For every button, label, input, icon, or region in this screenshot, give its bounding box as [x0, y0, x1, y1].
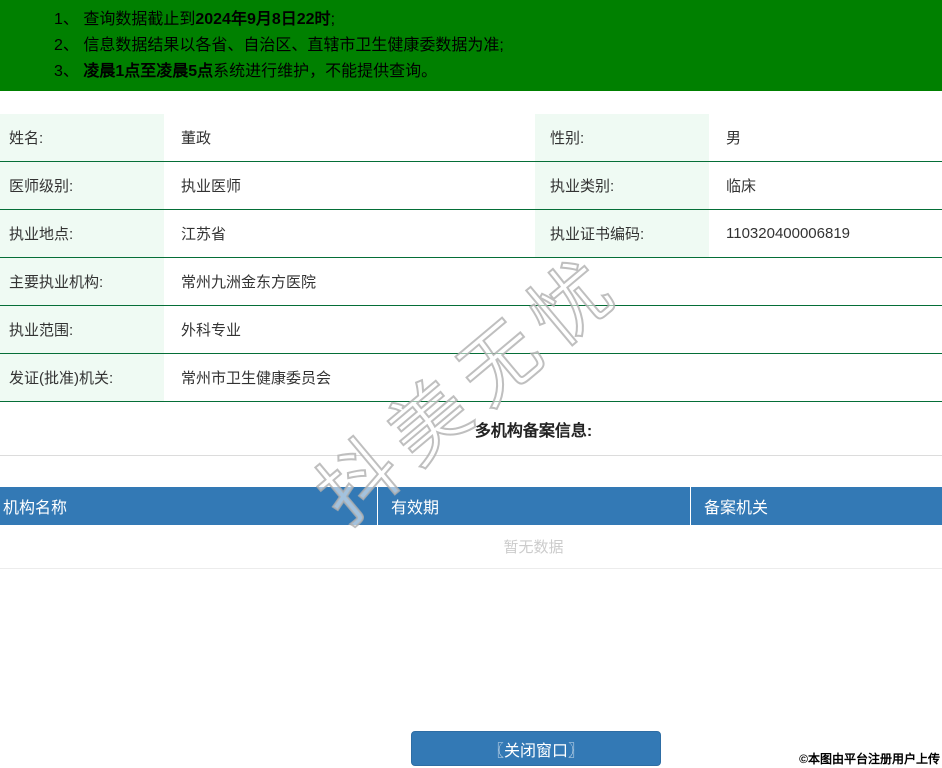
column-header-institution-name: 机构名称 — [0, 487, 378, 525]
table-row: 医师级别: 执业医师 执业类别: 临床 — [0, 162, 942, 210]
field-label-practice-category: 执业类别: — [535, 162, 709, 209]
empty-data-row: 暂无数据 — [0, 525, 942, 569]
field-value-main-institution: 常州九洲金东方医院 — [164, 258, 942, 305]
notice-text-bold: 凌晨1点至凌晨5点 — [83, 63, 214, 80]
registration-table-header: 机构名称 有效期 备案机关 — [0, 487, 942, 525]
table-row: 发证(批准)机关: 常州市卫生健康委员会 — [0, 354, 942, 402]
table-row: 姓名: 董政 性别: 男 — [0, 114, 942, 162]
notice-text: 系统进行维护，不能提供查询。 — [213, 63, 438, 80]
field-label-certificate-number: 执业证书编码: — [535, 210, 709, 257]
notice-line: 1、 查询数据截止到2024年9月8日22时; — [54, 7, 942, 33]
field-label-name: 姓名: — [0, 114, 164, 161]
notice-text: ; — [330, 11, 336, 28]
column-header-validity-period: 有效期 — [378, 487, 691, 525]
notice-text-bold: 2024年9月8日22时 — [195, 11, 331, 28]
field-label-gender: 性别: — [535, 114, 709, 161]
field-label-practice-location: 执业地点: — [0, 210, 164, 257]
notice-text: 2、 信息数据结果以各省、自治区、直辖市卫生健康委数据为准; — [54, 37, 504, 54]
field-value-practice-scope: 外科专业 — [164, 306, 942, 353]
notice-text: 1、 查询数据截止到 — [54, 11, 196, 28]
field-value-gender: 男 — [709, 114, 942, 161]
table-row: 执业地点: 江苏省 执业证书编码: 110320400006819 — [0, 210, 942, 258]
close-window-button[interactable]: 〖关闭窗口〗 — [411, 731, 661, 766]
field-value-certificate-number: 110320400006819 — [709, 210, 942, 257]
query-result-window: 1、 查询数据截止到2024年9月8日22时; 2、 信息数据结果以各省、自治区… — [0, 0, 942, 768]
notice-line: 3、 凌晨1点至凌晨5点系统进行维护，不能提供查询。 — [54, 59, 942, 85]
page-content: 1、 查询数据截止到2024年9月8日22时; 2、 信息数据结果以各省、自治区… — [0, 0, 942, 766]
table-row: 主要执业机构: 常州九洲金东方医院 — [0, 258, 942, 306]
notice-text: 3、 — [54, 63, 84, 80]
notice-line: 2、 信息数据结果以各省、自治区、直辖市卫生健康委数据为准; — [54, 33, 942, 59]
field-value-practice-location: 江苏省 — [164, 210, 535, 257]
field-label-main-institution: 主要执业机构: — [0, 258, 164, 305]
table-row: 执业范围: 外科专业 — [0, 306, 942, 354]
practitioner-info-table: 姓名: 董政 性别: 男 医师级别: 执业医师 执业类别: 临床 执业地点: 江… — [0, 114, 942, 402]
field-value-doctor-level: 执业医师 — [164, 162, 535, 209]
field-label-issuing-authority: 发证(批准)机关: — [0, 354, 164, 401]
field-value-issuing-authority: 常州市卫生健康委员会 — [164, 354, 942, 401]
column-header-filing-authority: 备案机关 — [704, 500, 769, 517]
field-label-doctor-level: 医师级别: — [0, 162, 164, 209]
field-value-name: 董政 — [164, 114, 535, 161]
copyright-note: ©本图由平台注册用户上传 — [799, 752, 940, 766]
multi-institution-section-title: 多机构备案信息: — [0, 402, 942, 456]
field-value-practice-category: 临床 — [709, 162, 942, 209]
field-label-practice-scope: 执业范围: — [0, 306, 164, 353]
notice-banner: 1、 查询数据截止到2024年9月8日22时; 2、 信息数据结果以各省、自治区… — [0, 0, 942, 91]
